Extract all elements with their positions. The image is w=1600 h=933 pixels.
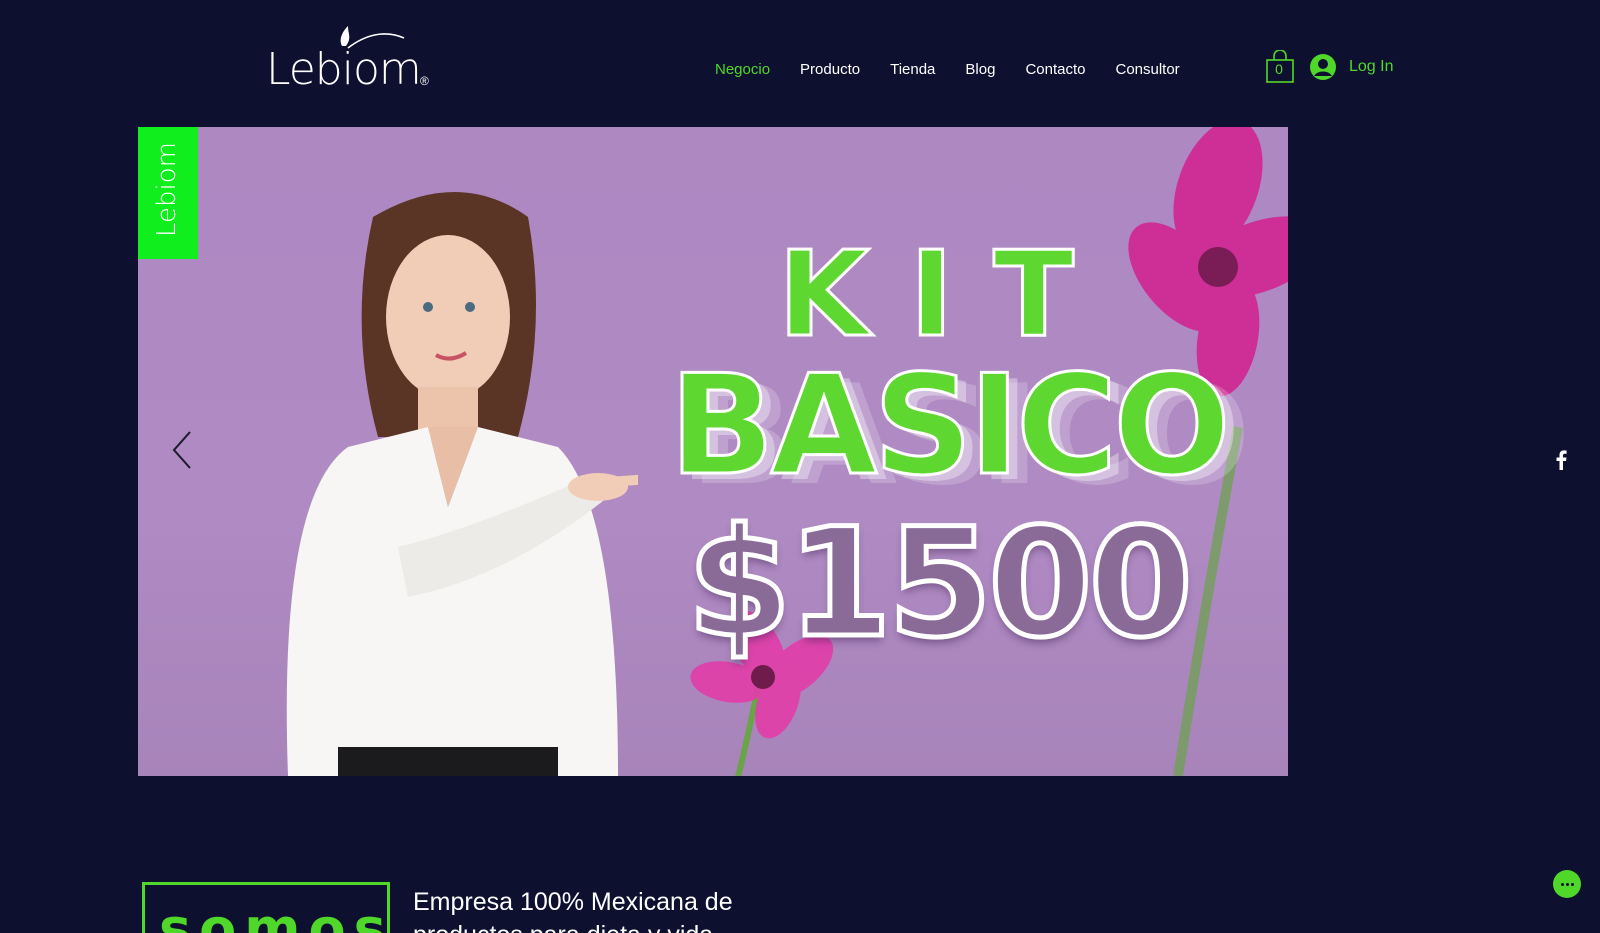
nav-item-contacto[interactable]: Contacto: [1010, 58, 1100, 81]
brand-tab: Lebiom: [138, 127, 198, 259]
chevron-left-icon[interactable]: [170, 430, 194, 470]
nav-item-consultor[interactable]: Consultor: [1100, 58, 1194, 81]
cart-button[interactable]: 0: [1265, 49, 1295, 84]
about-text: Empresa 100% Mexicana de productos para …: [413, 888, 733, 933]
nav-item-producto[interactable]: Producto: [785, 58, 875, 81]
main-nav: Negocio Producto Tienda Blog Contacto Co…: [700, 58, 1195, 81]
hero-slideshow: Lebiom KIT BASICO $1500: [138, 127, 1288, 776]
nav-item-blog[interactable]: Blog: [950, 58, 1010, 81]
headline-kit: KIT: [777, 224, 1114, 365]
chat-button[interactable]: [1553, 870, 1581, 898]
login-button[interactable]: Log In: [1309, 53, 1393, 81]
site-logo[interactable]: Lebiom ®: [266, 24, 436, 95]
about-heading: somos: [159, 897, 390, 933]
page: Lebiom ® Negocio Producto Tienda Blog Co…: [0, 0, 1600, 933]
price-label: $1500: [685, 495, 1196, 674]
about-heading-box: somos: [142, 882, 390, 933]
user-avatar-icon: [1310, 54, 1336, 80]
facebook-icon[interactable]: [1555, 450, 1567, 470]
headline-basico: BASICO: [668, 344, 1232, 508]
nav-item-negocio[interactable]: Negocio: [700, 58, 785, 81]
logo-wordmark: Lebiom: [266, 44, 422, 95]
login-label: Log In: [1349, 58, 1394, 75]
woman-photo: [286, 192, 638, 776]
brand-tab-text: Lebiom: [152, 142, 182, 237]
nav-item-tienda[interactable]: Tienda: [875, 58, 950, 81]
registered-mark: ®: [420, 74, 429, 88]
cart-count: 0: [1275, 61, 1283, 77]
